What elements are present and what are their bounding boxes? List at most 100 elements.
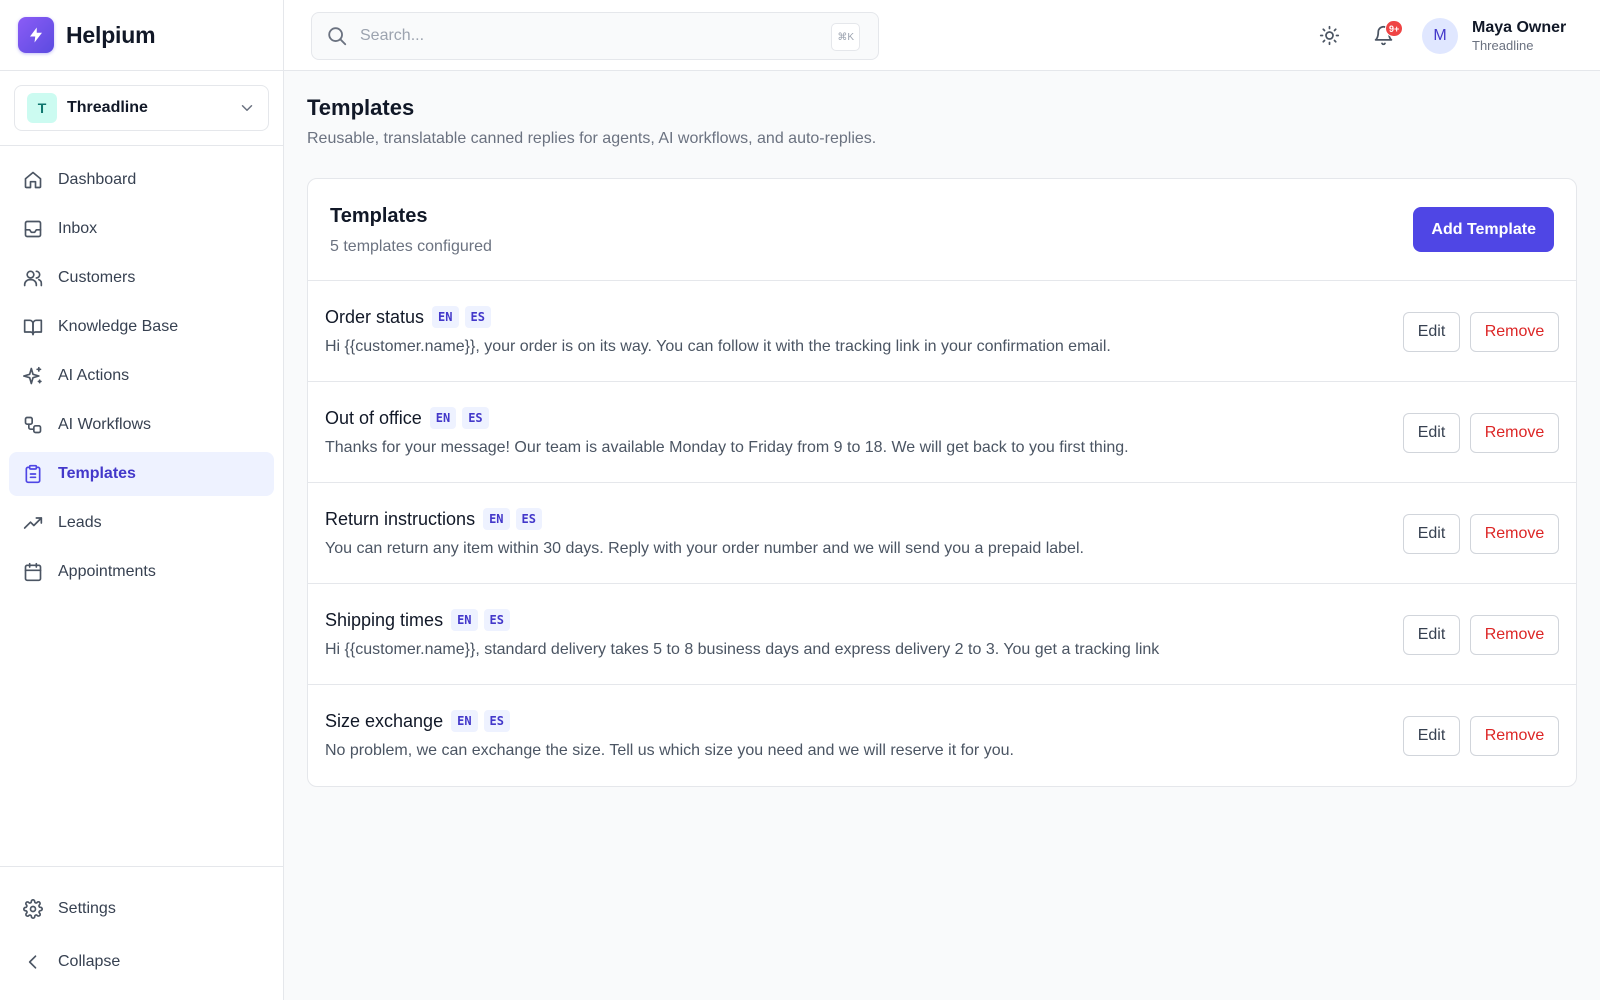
- language-badge: EN: [451, 609, 478, 631]
- book-icon: [23, 319, 43, 336]
- templates-card: Templates 5 templates configured Add Tem…: [307, 178, 1577, 787]
- brand-logo[interactable]: [18, 17, 54, 53]
- sidebar-item-ai-actions[interactable]: AI Actions: [9, 354, 274, 398]
- sidebar-item-label: Customers: [58, 269, 136, 286]
- calendar-icon: [24, 562, 42, 582]
- list-item: Order status EN ES Hi {{customer.name}},…: [308, 281, 1576, 382]
- theme-toggle-button[interactable]: [1311, 17, 1347, 53]
- language-badge: EN: [429, 407, 457, 429]
- search-shortcut-hint: ⌘K: [831, 23, 860, 51]
- search-icon: [328, 27, 347, 46]
- edit-button[interactable]: Edit: [1403, 413, 1460, 453]
- edit-button[interactable]: Edit: [1403, 615, 1460, 655]
- collapse-sidebar-button[interactable]: Collapse: [9, 940, 274, 984]
- edit-button[interactable]: Edit: [1403, 716, 1460, 756]
- home-icon: [24, 171, 42, 189]
- sidebar-item-label: Settings: [58, 900, 116, 917]
- users-icon: [23, 270, 43, 287]
- sidebar-item-label: AI Actions: [58, 367, 130, 384]
- sidebar-item-templates[interactable]: Templates: [9, 452, 274, 496]
- sidebar-item-settings[interactable]: Settings: [9, 887, 274, 931]
- sidebar-item-label: Knowledge Base: [58, 318, 179, 335]
- list-item: Size exchange EN ES No problem, we can e…: [308, 685, 1576, 786]
- clipboard-icon: [25, 464, 41, 484]
- page-subtitle: Reusable, translatable canned replies fo…: [307, 130, 877, 147]
- sidebar-nav: Dashboard Inbox Customers Knowledge Base…: [0, 146, 283, 611]
- sidebar-item-label: Leads: [58, 514, 102, 531]
- search-input[interactable]: [360, 27, 800, 45]
- sidebar-item-label: Templates: [58, 465, 136, 482]
- template-body: Thanks for your message! Our team is ava…: [325, 439, 1129, 456]
- sidebar-item-leads[interactable]: Leads: [9, 501, 274, 545]
- sparkles-icon: [23, 366, 42, 385]
- workflow-icon: [24, 416, 42, 434]
- edit-button[interactable]: Edit: [1403, 514, 1460, 554]
- remove-button[interactable]: Remove: [1470, 312, 1559, 352]
- search-box[interactable]: ⌘K: [311, 12, 879, 60]
- language-badge: ES: [462, 407, 489, 429]
- list-item: Out of office EN ES Thanks for your mess…: [308, 382, 1576, 483]
- sidebar-item-label: Inbox: [58, 220, 98, 237]
- workspace-switcher[interactable]: T Threadline: [14, 85, 269, 131]
- bolt-icon: [30, 27, 42, 43]
- list-item: Shipping times EN ES Hi {{customer.name}…: [308, 584, 1576, 685]
- notification-badge: 9+: [1385, 20, 1404, 37]
- gear-icon: [23, 899, 43, 919]
- trending-up-icon: [23, 517, 43, 529]
- brand-name: Helpium: [66, 21, 156, 48]
- template-name: Size exchange: [325, 710, 444, 731]
- chevron-left-icon: [28, 955, 37, 969]
- card-title: Templates: [330, 205, 428, 227]
- sidebar-item-inbox[interactable]: Inbox: [9, 207, 274, 251]
- edit-button[interactable]: Edit: [1403, 312, 1460, 352]
- workspace-avatar: T: [27, 93, 57, 123]
- sidebar-item-label: Dashboard: [58, 171, 137, 188]
- brand: Helpium: [0, 0, 283, 71]
- template-name: Return instructions: [325, 508, 476, 529]
- sidebar-item-label: AI Workflows: [58, 416, 152, 433]
- sidebar-footer: Settings Collapse: [0, 866, 283, 1000]
- language-badge: ES: [464, 306, 491, 328]
- add-template-button[interactable]: Add Template: [1413, 207, 1554, 252]
- language-badge: EN: [451, 710, 478, 732]
- sidebar-item-customers[interactable]: Customers: [9, 256, 274, 300]
- sun-icon: [1319, 25, 1339, 45]
- list-item: Return instructions EN ES You can return…: [308, 483, 1576, 584]
- remove-button[interactable]: Remove: [1470, 413, 1559, 453]
- language-badge: ES: [483, 710, 510, 732]
- language-badge: ES: [483, 609, 510, 631]
- remove-button[interactable]: Remove: [1470, 716, 1559, 756]
- user-menu[interactable]: M Maya Owner Threadline: [1422, 16, 1566, 56]
- remove-button[interactable]: Remove: [1470, 615, 1559, 655]
- inbox-icon: [24, 220, 42, 238]
- template-name: Order status: [325, 306, 425, 327]
- card-header: Templates 5 templates configured Add Tem…: [308, 179, 1576, 281]
- main-content: Templates Reusable, translatable canned …: [284, 71, 1600, 1000]
- sidebar-item-dashboard[interactable]: Dashboard: [9, 158, 274, 202]
- language-badge: ES: [515, 508, 542, 530]
- remove-button[interactable]: Remove: [1470, 514, 1559, 554]
- user-org: Threadline: [1472, 38, 1534, 53]
- notifications-button[interactable]: 9+: [1365, 17, 1404, 53]
- language-badge: EN: [432, 306, 459, 328]
- sidebar: Helpium T Threadline Dashboard Inbox Cus…: [0, 0, 284, 1000]
- chevron-down-icon: [241, 105, 253, 111]
- sidebar-item-knowledge-base[interactable]: Knowledge Base: [9, 305, 274, 349]
- sidebar-item-appointments[interactable]: Appointments: [9, 550, 274, 594]
- template-name: Out of office: [325, 407, 422, 428]
- user-name: Maya Owner: [1472, 19, 1567, 36]
- sidebar-item-label: Appointments: [58, 563, 156, 580]
- collapse-label: Collapse: [58, 953, 121, 970]
- page-title: Templates: [307, 95, 415, 120]
- avatar: M: [1422, 18, 1458, 54]
- template-body: Hi {{customer.name}}, standard delivery …: [325, 641, 1160, 658]
- template-body: No problem, we can exchange the size. Te…: [325, 742, 1014, 759]
- template-name: Shipping times: [325, 609, 444, 630]
- workspace-name: Threadline: [67, 99, 148, 116]
- template-body: You can return any item within 30 days. …: [325, 540, 1084, 557]
- template-body: Hi {{customer.name}}, your order is on i…: [325, 338, 1111, 355]
- template-count: 5 templates configured: [330, 238, 492, 255]
- language-badge: EN: [483, 508, 510, 530]
- topbar: ⌘K 9+ M Maya Owner Threadline: [284, 0, 1600, 71]
- sidebar-item-ai-workflows[interactable]: AI Workflows: [9, 403, 274, 447]
